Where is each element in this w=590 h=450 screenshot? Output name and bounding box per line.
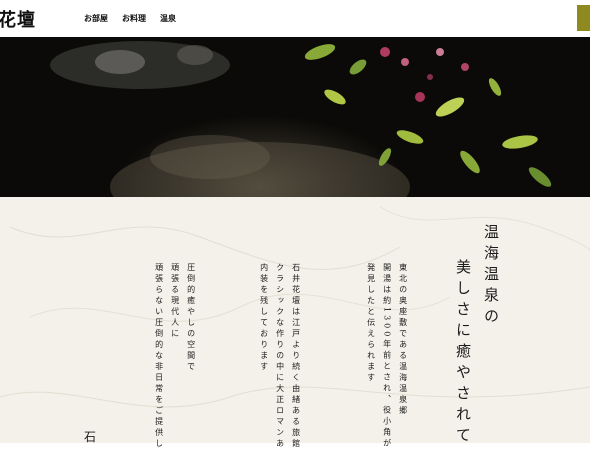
reservation-button[interactable] (577, 5, 590, 31)
site-logo[interactable]: 花壇 (0, 6, 36, 32)
appeal-line-1: 圧倒的癒やしの空間で (186, 263, 196, 373)
ryokan-line-3: 内装を残しております (259, 263, 269, 373)
intro-line-1: 東北の奥座敷である温海温泉郷 (398, 263, 408, 417)
site-header: 花壇 お部屋 お料理 温泉 (0, 0, 590, 37)
ryokan-line-2: クラシックな作りの中に大正ロマンあ (275, 263, 285, 450)
hero-photo-garden (0, 37, 590, 197)
ryokan-line-1: 石井花壇は江戸より続く由緒ある旅館 (291, 263, 301, 450)
heading-line-1: 温海温泉の (482, 224, 500, 329)
appeal-line-3: 頑張らない圧倒的な非日常をご提供し (154, 263, 164, 450)
hero-image (50, 41, 552, 197)
nav-item-cuisine[interactable]: お料理 (122, 13, 146, 24)
nav-item-rooms[interactable]: お部屋 (84, 13, 108, 24)
intro-line-3: 発見したと伝えられます (366, 263, 376, 384)
nav-item-onsen[interactable]: 温泉 (160, 13, 176, 24)
signature-char: 石 (84, 430, 97, 444)
main-nav: お部屋 お料理 温泉 (84, 13, 176, 24)
heading-line-2: 美しさに癒やされて (454, 259, 472, 448)
intro-line-2: 開湯は約1300年前とされ、役小角が (382, 263, 392, 450)
appeal-line-2: 頑張る現代人に (170, 263, 180, 340)
